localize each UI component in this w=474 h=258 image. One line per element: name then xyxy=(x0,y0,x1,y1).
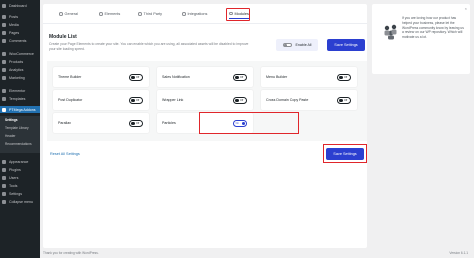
sidebar-item-marketing[interactable]: Marketing xyxy=(0,74,40,81)
module-card-sales-notification: Sales Notification Off xyxy=(157,67,253,87)
particles-card-highlight xyxy=(199,112,299,134)
templates-icon xyxy=(2,96,6,101)
module-toggle-wrapper-link[interactable]: Off xyxy=(233,96,247,104)
elementor-icon xyxy=(2,88,6,93)
sidebar-item-ptmega-addons[interactable]: PTMega Addons xyxy=(0,106,40,113)
third-party-icon xyxy=(138,12,142,16)
addons-submenu: Settings Template Library Header Recomme… xyxy=(0,116,40,153)
sidebar-item-users[interactable]: Users xyxy=(0,174,40,181)
module-list-description: Create your Page Elements to create your… xyxy=(49,42,249,51)
settings-panel: General Elements Third Party Integration… xyxy=(43,4,367,248)
tab-elements[interactable]: Elements xyxy=(99,9,120,19)
tab-integrations[interactable]: Integrations xyxy=(182,9,207,19)
products-icon xyxy=(2,59,6,64)
review-promo-box: × If you are loving how our product has … xyxy=(372,4,470,74)
toggle-switch-icon xyxy=(282,42,292,48)
footer-thanks: Thank you for creating with WordPress. xyxy=(43,251,99,255)
sidebar-collapse-menu[interactable]: Collapse menu xyxy=(0,198,40,205)
module-toggle-sales-notification[interactable]: Off xyxy=(233,73,247,81)
module-toggle-menu-builder[interactable]: Off xyxy=(337,73,351,81)
sidebar-item-products[interactable]: Products xyxy=(0,58,40,65)
media-icon xyxy=(2,22,6,27)
footer-version: Version 6.1.1 xyxy=(449,251,468,255)
dashboard-icon xyxy=(2,3,6,8)
sidebar-item-woocommerce[interactable]: WooCommerce xyxy=(0,50,40,57)
comments-icon xyxy=(2,38,6,43)
module-toggle-cross-domain-copy-paste[interactable]: Off xyxy=(337,96,351,104)
users-icon xyxy=(2,175,6,180)
close-icon[interactable]: × xyxy=(465,6,467,11)
reset-all-settings-link[interactable]: Reset All Settings xyxy=(50,152,80,156)
module-toggle-parallax[interactable]: Off xyxy=(129,119,143,127)
appearance-icon xyxy=(2,159,6,164)
collapse-icon xyxy=(2,199,6,204)
woocommerce-icon xyxy=(2,51,6,56)
sidebar-item-appearance[interactable]: Appearance xyxy=(0,158,40,165)
pages-icon xyxy=(2,30,6,35)
sidebar-item-analytics[interactable]: Analytics xyxy=(0,66,40,73)
elements-icon xyxy=(99,12,103,16)
sidebar-item-dashboard[interactable]: Dashboard xyxy=(0,2,40,9)
tab-third-party[interactable]: Third Party xyxy=(138,9,162,19)
save-settings-button-top[interactable]: Save Settings xyxy=(327,39,365,51)
tab-general[interactable]: General xyxy=(59,9,78,19)
module-card-theme-builder: Theme Builder Off xyxy=(53,67,149,87)
module-card-post-duplicator: Post Duplicator Off xyxy=(53,90,149,110)
team-illustration-icon xyxy=(384,24,397,40)
submenu-template-library[interactable]: Template Library xyxy=(5,126,29,130)
sidebar-item-settings[interactable]: Settings xyxy=(0,190,40,197)
sidebar-item-templates[interactable]: Templates xyxy=(0,95,40,102)
sidebar-item-comments[interactable]: Comments xyxy=(0,37,40,44)
settings-icon xyxy=(2,191,6,196)
submenu-recommendations[interactable]: Recommendations xyxy=(5,142,32,146)
tab-modules-highlight xyxy=(226,8,250,21)
module-card-wrapper-link: Wrapper Link Off xyxy=(157,90,253,110)
addons-icon xyxy=(2,107,6,112)
sidebar-item-tools[interactable]: Tools xyxy=(0,182,40,189)
module-card-parallax: Parallax Off xyxy=(53,113,149,133)
analytics-icon xyxy=(2,67,6,72)
plugins-icon xyxy=(2,167,6,172)
save-settings-button-bottom[interactable]: Save Settings xyxy=(326,148,364,160)
module-card-menu-builder: Menu Builder Off xyxy=(261,67,357,87)
submenu-header[interactable]: Header xyxy=(5,134,15,138)
settings-tabs: General Elements Third Party Integration… xyxy=(43,4,367,24)
sidebar-item-plugins[interactable]: Plugins xyxy=(0,166,40,173)
posts-icon xyxy=(2,14,6,19)
sidebar-item-elementor[interactable]: Elementor xyxy=(0,87,40,94)
module-toggle-post-duplicator[interactable]: Off xyxy=(129,96,143,104)
marketing-icon xyxy=(2,75,6,80)
review-promo-text: If you are loving how our product has he… xyxy=(402,16,464,40)
module-card-cross-domain-copy-paste: Cross Domain Copy Paste Off xyxy=(261,90,357,110)
module-list-title: Module List xyxy=(49,34,77,40)
enable-all-toggle[interactable]: Enable All xyxy=(276,39,318,51)
module-toggle-theme-builder[interactable]: Off xyxy=(129,73,143,81)
sidebar-item-posts[interactable]: Posts xyxy=(0,13,40,20)
sidebar-item-pages[interactable]: Pages xyxy=(0,29,40,36)
integrations-icon xyxy=(182,12,186,16)
gear-icon xyxy=(59,12,63,16)
tools-icon xyxy=(2,183,6,188)
sidebar-item-media[interactable]: Media xyxy=(0,21,40,28)
submenu-settings[interactable]: Settings xyxy=(5,118,18,122)
admin-sidebar: Dashboard Posts Media Pages Comments Woo… xyxy=(0,0,40,258)
